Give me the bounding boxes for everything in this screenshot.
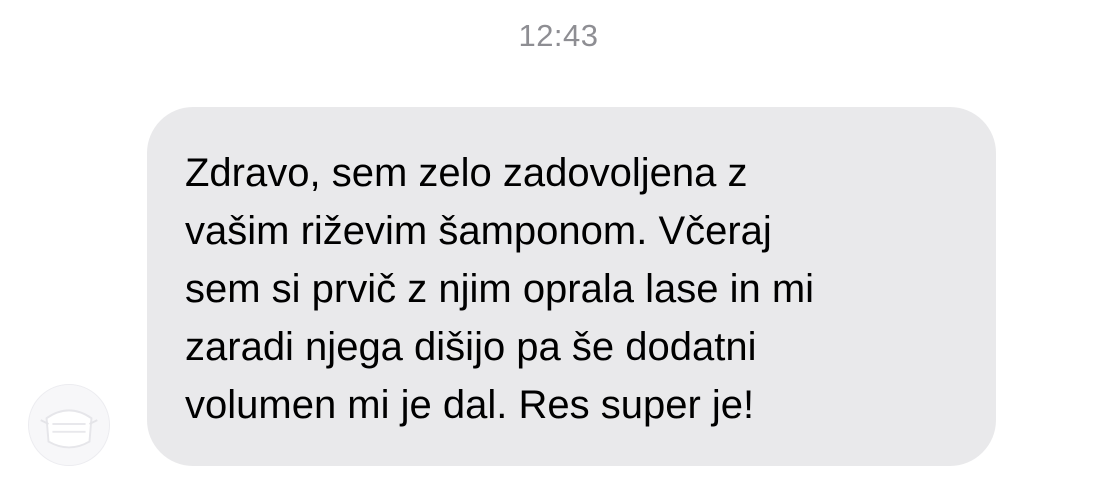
- sender-avatar[interactable]: [28, 384, 110, 466]
- message-text: Zdravo, sem zelo zadovoljena z vašim riž…: [185, 151, 815, 427]
- incoming-message-bubble[interactable]: Zdravo, sem zelo zadovoljena z vašim riž…: [147, 107, 996, 466]
- person-avatar-icon: [29, 385, 109, 465]
- message-timestamp: 12:43: [518, 18, 599, 53]
